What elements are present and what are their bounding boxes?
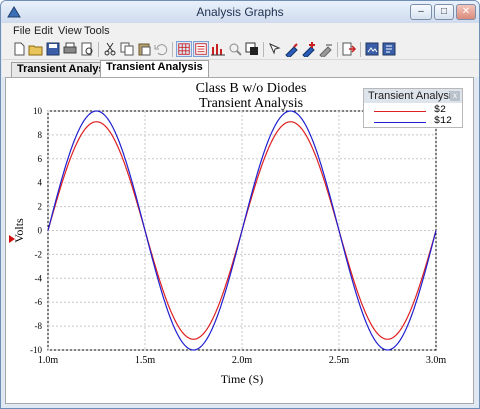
y-tick-label: -10 — [30, 345, 42, 355]
y-tick-label: -2 — [35, 249, 43, 259]
legend-label-s12: $12 — [434, 116, 453, 127]
y-tick-label: -8 — [35, 321, 43, 331]
y-tick-label: 6 — [38, 154, 43, 164]
legend-label-s2: $2 — [434, 105, 447, 116]
legend-close-icon[interactable]: x — [450, 91, 460, 101]
x-tick-label: 1.0m — [38, 355, 59, 366]
x-tick-label: 1.5m — [135, 355, 156, 366]
y-tick-label: 0 — [38, 226, 43, 236]
x-tick-label: 3.0m — [426, 355, 447, 366]
y-axis-label: Volts — [12, 218, 26, 243]
y-tick-label: 2 — [38, 202, 43, 212]
x-axis-label: Time (S) — [221, 372, 264, 386]
legend[interactable]: Transient Analysis x $2 $12 — [363, 88, 463, 128]
x-tick-label: 2.5m — [329, 355, 350, 366]
legend-title: Transient Analysis — [364, 89, 462, 103]
chart-svg: 10 8 6 4 2 0 -2 -4 -6 -8 -101.0m 1.5m 2.0m 2.5m 3.0m Ti… — [12, 106, 447, 386]
y-tick-label: 10 — [33, 106, 43, 116]
y-tick-label: -4 — [35, 273, 43, 283]
y-tick-label: 4 — [38, 178, 43, 188]
legend-swatch-s12 — [374, 122, 426, 123]
legend-swatch-s2 — [374, 111, 426, 112]
x-tick-label: 2.0m — [232, 355, 253, 366]
y-tick-label: 8 — [38, 130, 43, 140]
analysis-graphs-window: Analysis Graphs ‒ □ ✕ File Edit View Too… — [0, 0, 480, 409]
y-tick-label: -6 — [35, 297, 43, 307]
